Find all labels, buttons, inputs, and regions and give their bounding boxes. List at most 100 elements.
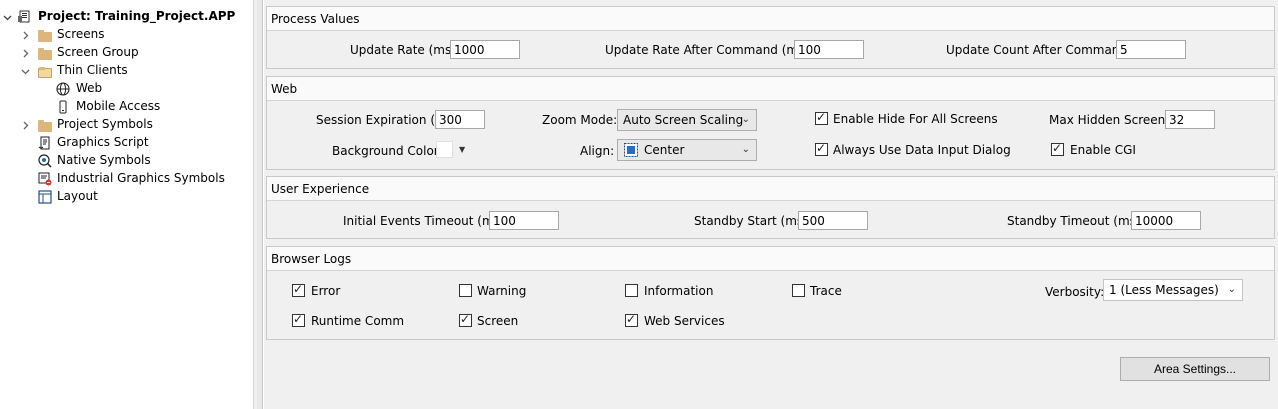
- warning-checkbox[interactable]: [459, 284, 472, 297]
- web-header: Web: [267, 77, 1274, 101]
- screen-checkbox[interactable]: [459, 312, 472, 327]
- update-count-input[interactable]: [1116, 40, 1186, 59]
- tree-item-screen-group[interactable]: Screen Group: [0, 44, 240, 62]
- background-color-swatch[interactable]: [436, 141, 453, 158]
- enable-cgi-checkbox[interactable]: [1051, 141, 1064, 156]
- tree-item-label: Industrial Graphics Symbols: [57, 171, 225, 185]
- tree-item-thin-clients[interactable]: Thin Clients: [0, 62, 240, 80]
- screen-label: Screen: [477, 314, 519, 328]
- align-label: Align:: [580, 144, 615, 158]
- script-icon: [38, 136, 52, 150]
- project-tree: Project: Training_Project.APP Screens Sc…: [0, 0, 253, 409]
- chevron-down-icon[interactable]: [2, 8, 12, 26]
- web-services-label: Web Services: [644, 314, 725, 328]
- chevron-down-icon: ⌄: [741, 114, 750, 125]
- max-hidden-screens-input[interactable]: [1165, 110, 1215, 129]
- update-rate-after-command-input[interactable]: [794, 40, 864, 59]
- tree-item-label: Screens: [57, 27, 105, 41]
- process-values-group: Process Values Update Rate (ms): Update …: [266, 6, 1275, 69]
- tree-item-screens[interactable]: Screens: [0, 26, 240, 44]
- update-rate-after-command-label: Update Rate After Command (ms):: [605, 43, 814, 57]
- tree-item-graphics-script[interactable]: Graphics Script: [0, 134, 240, 152]
- tree-item-web[interactable]: Web: [0, 80, 240, 98]
- tree-item-label: Layout: [57, 189, 98, 203]
- web-group: Web Session Expiration (s): Zoom Mode: A…: [266, 76, 1275, 170]
- tree-item-mobile-access[interactable]: Mobile Access: [0, 98, 240, 116]
- tree-item-industrial-graphics-symbols[interactable]: Industrial Graphics Symbols: [0, 170, 240, 188]
- standby-start-input[interactable]: [798, 211, 868, 230]
- chevron-right-icon[interactable]: [20, 44, 30, 62]
- folder-icon: [38, 30, 52, 44]
- always-use-data-input-checkbox[interactable]: [815, 141, 828, 156]
- chevron-right-icon[interactable]: [20, 26, 30, 44]
- settings-panel: Process Values Update Rate (ms): Update …: [264, 0, 1278, 409]
- information-label: Information: [644, 284, 714, 298]
- enable-cgi-label: Enable CGI: [1070, 143, 1136, 157]
- chevron-down-icon[interactable]: [20, 62, 30, 80]
- warning-label: Warning: [477, 284, 527, 298]
- area-settings-button[interactable]: Area Settings...: [1120, 357, 1270, 381]
- error-label: Error: [311, 284, 341, 298]
- tree-item-label: Project Symbols: [57, 117, 153, 131]
- tree-item-label: Graphics Script: [57, 135, 149, 149]
- max-hidden-screens-label: Max Hidden Screens:: [1049, 113, 1176, 127]
- tree-item-layout[interactable]: Layout: [0, 188, 240, 206]
- trace-checkbox[interactable]: [792, 284, 805, 297]
- verbosity-label: Verbosity:: [1045, 285, 1105, 299]
- project-icon: [18, 10, 32, 24]
- tree-item-label: Web: [76, 81, 103, 95]
- industrial-graphics-icon: [38, 172, 52, 186]
- process-values-header: Process Values: [267, 7, 1274, 31]
- tree-item-native-symbols[interactable]: Native Symbols: [0, 152, 240, 170]
- error-checkbox[interactable]: [292, 282, 305, 297]
- initial-events-timeout-label: Initial Events Timeout (ms):: [343, 214, 509, 228]
- initial-events-timeout-input[interactable]: [489, 211, 559, 230]
- align-center-icon: [624, 143, 638, 163]
- chevron-down-icon: ⌄: [741, 144, 750, 155]
- project-label: Project: Training_Project.APP: [38, 9, 236, 23]
- verbosity-value: 1 (Less Messages): [1109, 283, 1219, 297]
- standby-start-label: Standby Start (ms):: [694, 214, 812, 228]
- align-dropdown[interactable]: Center ⌄: [617, 139, 757, 161]
- browser-logs-header: Browser Logs: [267, 247, 1274, 271]
- standby-timeout-input[interactable]: [1131, 211, 1201, 230]
- native-symbols-icon: [38, 154, 52, 168]
- splitter-bar[interactable]: [257, 0, 263, 409]
- button-area: Area Settings...: [264, 343, 1278, 395]
- chevron-down-icon: ⌄: [1227, 284, 1236, 295]
- session-expiration-input[interactable]: [435, 110, 485, 129]
- runtime-comm-label: Runtime Comm: [311, 314, 405, 328]
- trace-label: Trace: [810, 284, 842, 298]
- enable-hide-label: Enable Hide For All Screens: [833, 112, 998, 126]
- update-count-label: Update Count After Command:: [946, 43, 1132, 57]
- mobile-icon: [56, 100, 70, 114]
- runtime-comm-checkbox[interactable]: [292, 312, 305, 327]
- zoom-mode-label: Zoom Mode:: [542, 113, 618, 127]
- user-experience-header: User Experience: [267, 177, 1274, 201]
- information-checkbox[interactable]: [625, 284, 638, 297]
- background-color-label: Background Color:: [332, 144, 443, 158]
- browser-logs-group: Browser Logs Error Warning Information T…: [266, 246, 1275, 340]
- user-experience-group: User Experience Initial Events Timeout (…: [266, 176, 1275, 239]
- tree-item-project-symbols[interactable]: Project Symbols: [0, 116, 240, 134]
- update-rate-label: Update Rate (ms):: [350, 43, 460, 57]
- folder-icon: [38, 120, 52, 134]
- standby-timeout-label: Standby Timeout (ms):: [1007, 214, 1145, 228]
- chevron-right-icon[interactable]: [20, 116, 30, 134]
- zoom-mode-dropdown[interactable]: Auto Screen Scaling ⌄: [617, 109, 757, 131]
- verbosity-dropdown[interactable]: 1 (Less Messages) ⌄: [1103, 279, 1243, 301]
- color-dropdown-caret-icon[interactable]: ▼: [459, 145, 465, 154]
- tree-item-label: Screen Group: [57, 45, 139, 59]
- globe-icon: [56, 82, 70, 96]
- align-value: Center: [644, 143, 685, 157]
- enable-hide-checkbox[interactable]: [815, 110, 828, 125]
- always-use-data-input-label: Always Use Data Input Dialog: [833, 143, 1011, 157]
- zoom-mode-value: Auto Screen Scaling: [623, 113, 744, 127]
- folder-icon: [38, 48, 52, 62]
- web-services-checkbox[interactable]: [625, 312, 638, 327]
- tree-item-label: Mobile Access: [76, 99, 161, 113]
- folder-open-icon: [38, 66, 52, 80]
- update-rate-input[interactable]: [450, 40, 520, 59]
- tree-item-label: Native Symbols: [57, 153, 151, 167]
- tree-item-label: Thin Clients: [57, 63, 128, 77]
